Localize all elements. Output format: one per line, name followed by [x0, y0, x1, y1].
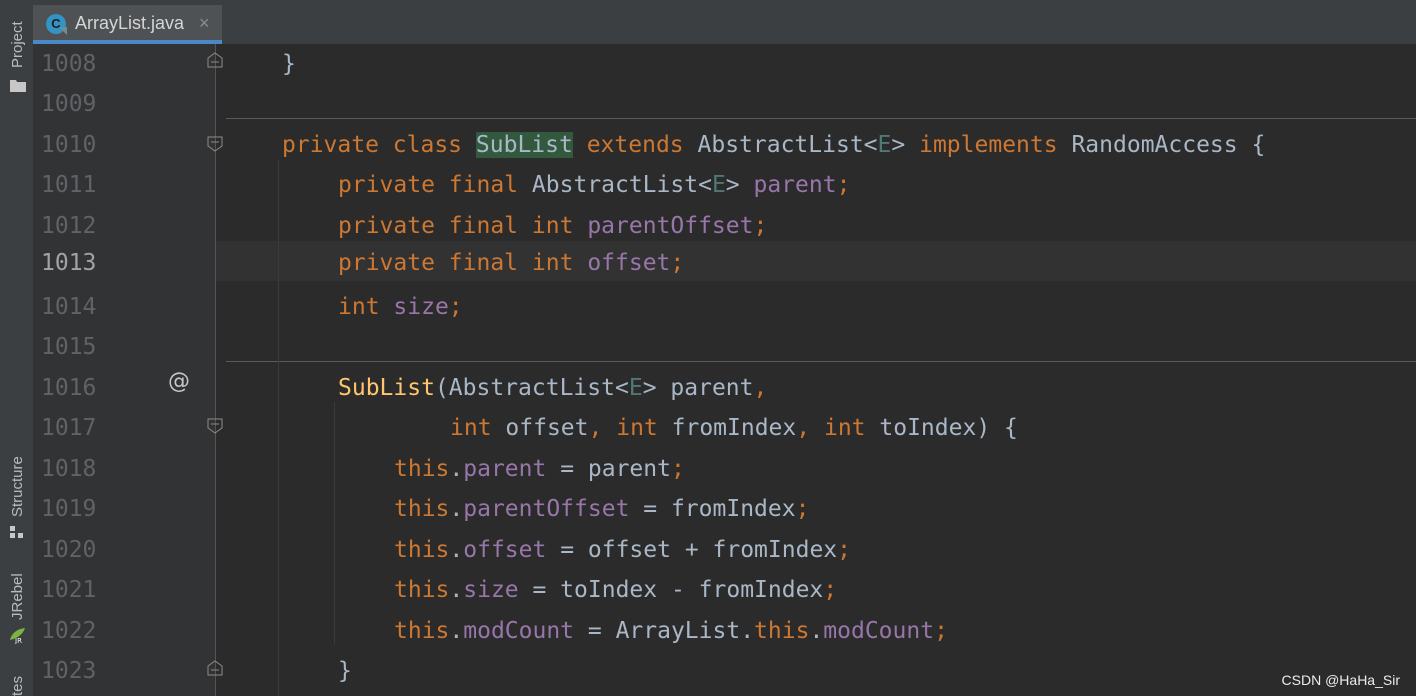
line-number: 1017 — [41, 415, 97, 441]
watermark: CSDN @HaHa_Sir — [1281, 672, 1400, 688]
line-number: 1018 — [41, 456, 97, 482]
code-line-current: 1013 private final int offset; — [33, 241, 1416, 281]
code-line: 1018 this.parent = parent; — [33, 449, 1416, 489]
editor-tab-bar: C ArrayList.java × — [33, 0, 1416, 45]
code-text: this.offset = offset + fromIndex; — [394, 537, 851, 563]
close-icon[interactable]: × — [199, 13, 210, 34]
jrebel-icon: JR — [10, 628, 25, 644]
project-tool-button[interactable]: Project — [0, 0, 33, 100]
bottom-tool-label: tes — [9, 675, 26, 696]
line-number: 1012 — [41, 213, 97, 239]
code-line: 1023 } — [33, 651, 1416, 691]
code-text: SubList(AbstractList<E> parent, — [338, 375, 768, 401]
code-text: this.parentOffset = fromIndex; — [394, 496, 810, 522]
code-line: 1020 this.offset = offset + fromIndex; — [33, 530, 1416, 570]
line-number: 1008 — [41, 51, 97, 77]
code-text: private final AbstractList<E> parent; — [338, 172, 851, 198]
code-text: private final int offset; — [338, 250, 685, 276]
code-line: 1017 int offset, int fromIndex, int toIn… — [33, 408, 1416, 448]
line-number: 1015 — [41, 334, 97, 360]
code-text: int offset, int fromIndex, int toIndex) … — [450, 415, 1018, 441]
line-number: 1022 — [41, 618, 97, 644]
code-line: 1016 SubList(AbstractList<E> parent, — [33, 368, 1416, 408]
structure-tool-button[interactable]: Structure — [0, 440, 33, 540]
code-line: 1009 — [33, 84, 1416, 124]
code-line: 1011 private final AbstractList<E> paren… — [33, 165, 1416, 205]
code-text: int size; — [338, 294, 463, 320]
jrebel-tool-label: JRebel — [9, 573, 26, 620]
folder-icon — [10, 80, 26, 92]
line-number: 1014 — [41, 294, 97, 320]
code-line: 1015 — [33, 327, 1416, 367]
line-number: 1020 — [41, 537, 97, 563]
project-tool-label: Project — [9, 21, 26, 68]
tab-arraylist-java[interactable]: C ArrayList.java × — [33, 5, 222, 44]
code-line: 1008 } — [33, 44, 1416, 84]
line-number: 1011 — [41, 172, 97, 198]
line-number: 1021 — [41, 577, 97, 603]
code-text: this.modCount = ArrayList.this.modCount; — [394, 618, 948, 644]
jrebel-tool-button[interactable]: JRebel JR — [0, 568, 33, 652]
line-number: 1013 — [41, 250, 97, 276]
java-class-icon: C — [46, 14, 66, 34]
left-tool-strip: Project Structure JRebel JR tes — [0, 0, 34, 696]
code-editor[interactable]: @ 1008 } 1009 1010 private class SubList… — [33, 44, 1416, 696]
line-number: 1010 — [41, 132, 97, 158]
structure-tool-label: Structure — [9, 456, 26, 517]
code-line: 1019 this.parentOffset = fromIndex; — [33, 489, 1416, 529]
code-line: 1022 this.modCount = ArrayList.this.modC… — [33, 611, 1416, 651]
code-line: 1010 private class SubList extends Abstr… — [33, 125, 1416, 165]
line-number: 1016 — [41, 375, 97, 401]
svg-text:JR: JR — [14, 637, 22, 644]
line-number: 1019 — [41, 496, 97, 522]
code-text: this.size = toIndex - fromIndex; — [394, 577, 838, 603]
code-line: 1012 private final int parentOffset; — [33, 206, 1416, 246]
code-text: private class SubList extends AbstractLi… — [282, 132, 1266, 158]
structure-icon — [10, 526, 23, 538]
line-number: 1009 — [41, 91, 97, 117]
code-text: private final int parentOffset; — [338, 213, 768, 239]
code-text: this.parent = parent; — [394, 456, 685, 482]
code-line: 1021 this.size = toIndex - fromIndex; — [33, 570, 1416, 610]
ide-window: Project Structure JRebel JR tes C ArrayL… — [0, 0, 1416, 696]
code-line: 1014 int size; — [33, 287, 1416, 327]
line-number: 1023 — [41, 658, 97, 684]
class-name-highlight: SubList — [475, 132, 573, 158]
code-text: } — [338, 658, 352, 684]
code-text: } — [282, 51, 296, 77]
bottom-tool-button[interactable]: tes — [0, 664, 33, 696]
tab-title: ArrayList.java — [75, 13, 185, 33]
